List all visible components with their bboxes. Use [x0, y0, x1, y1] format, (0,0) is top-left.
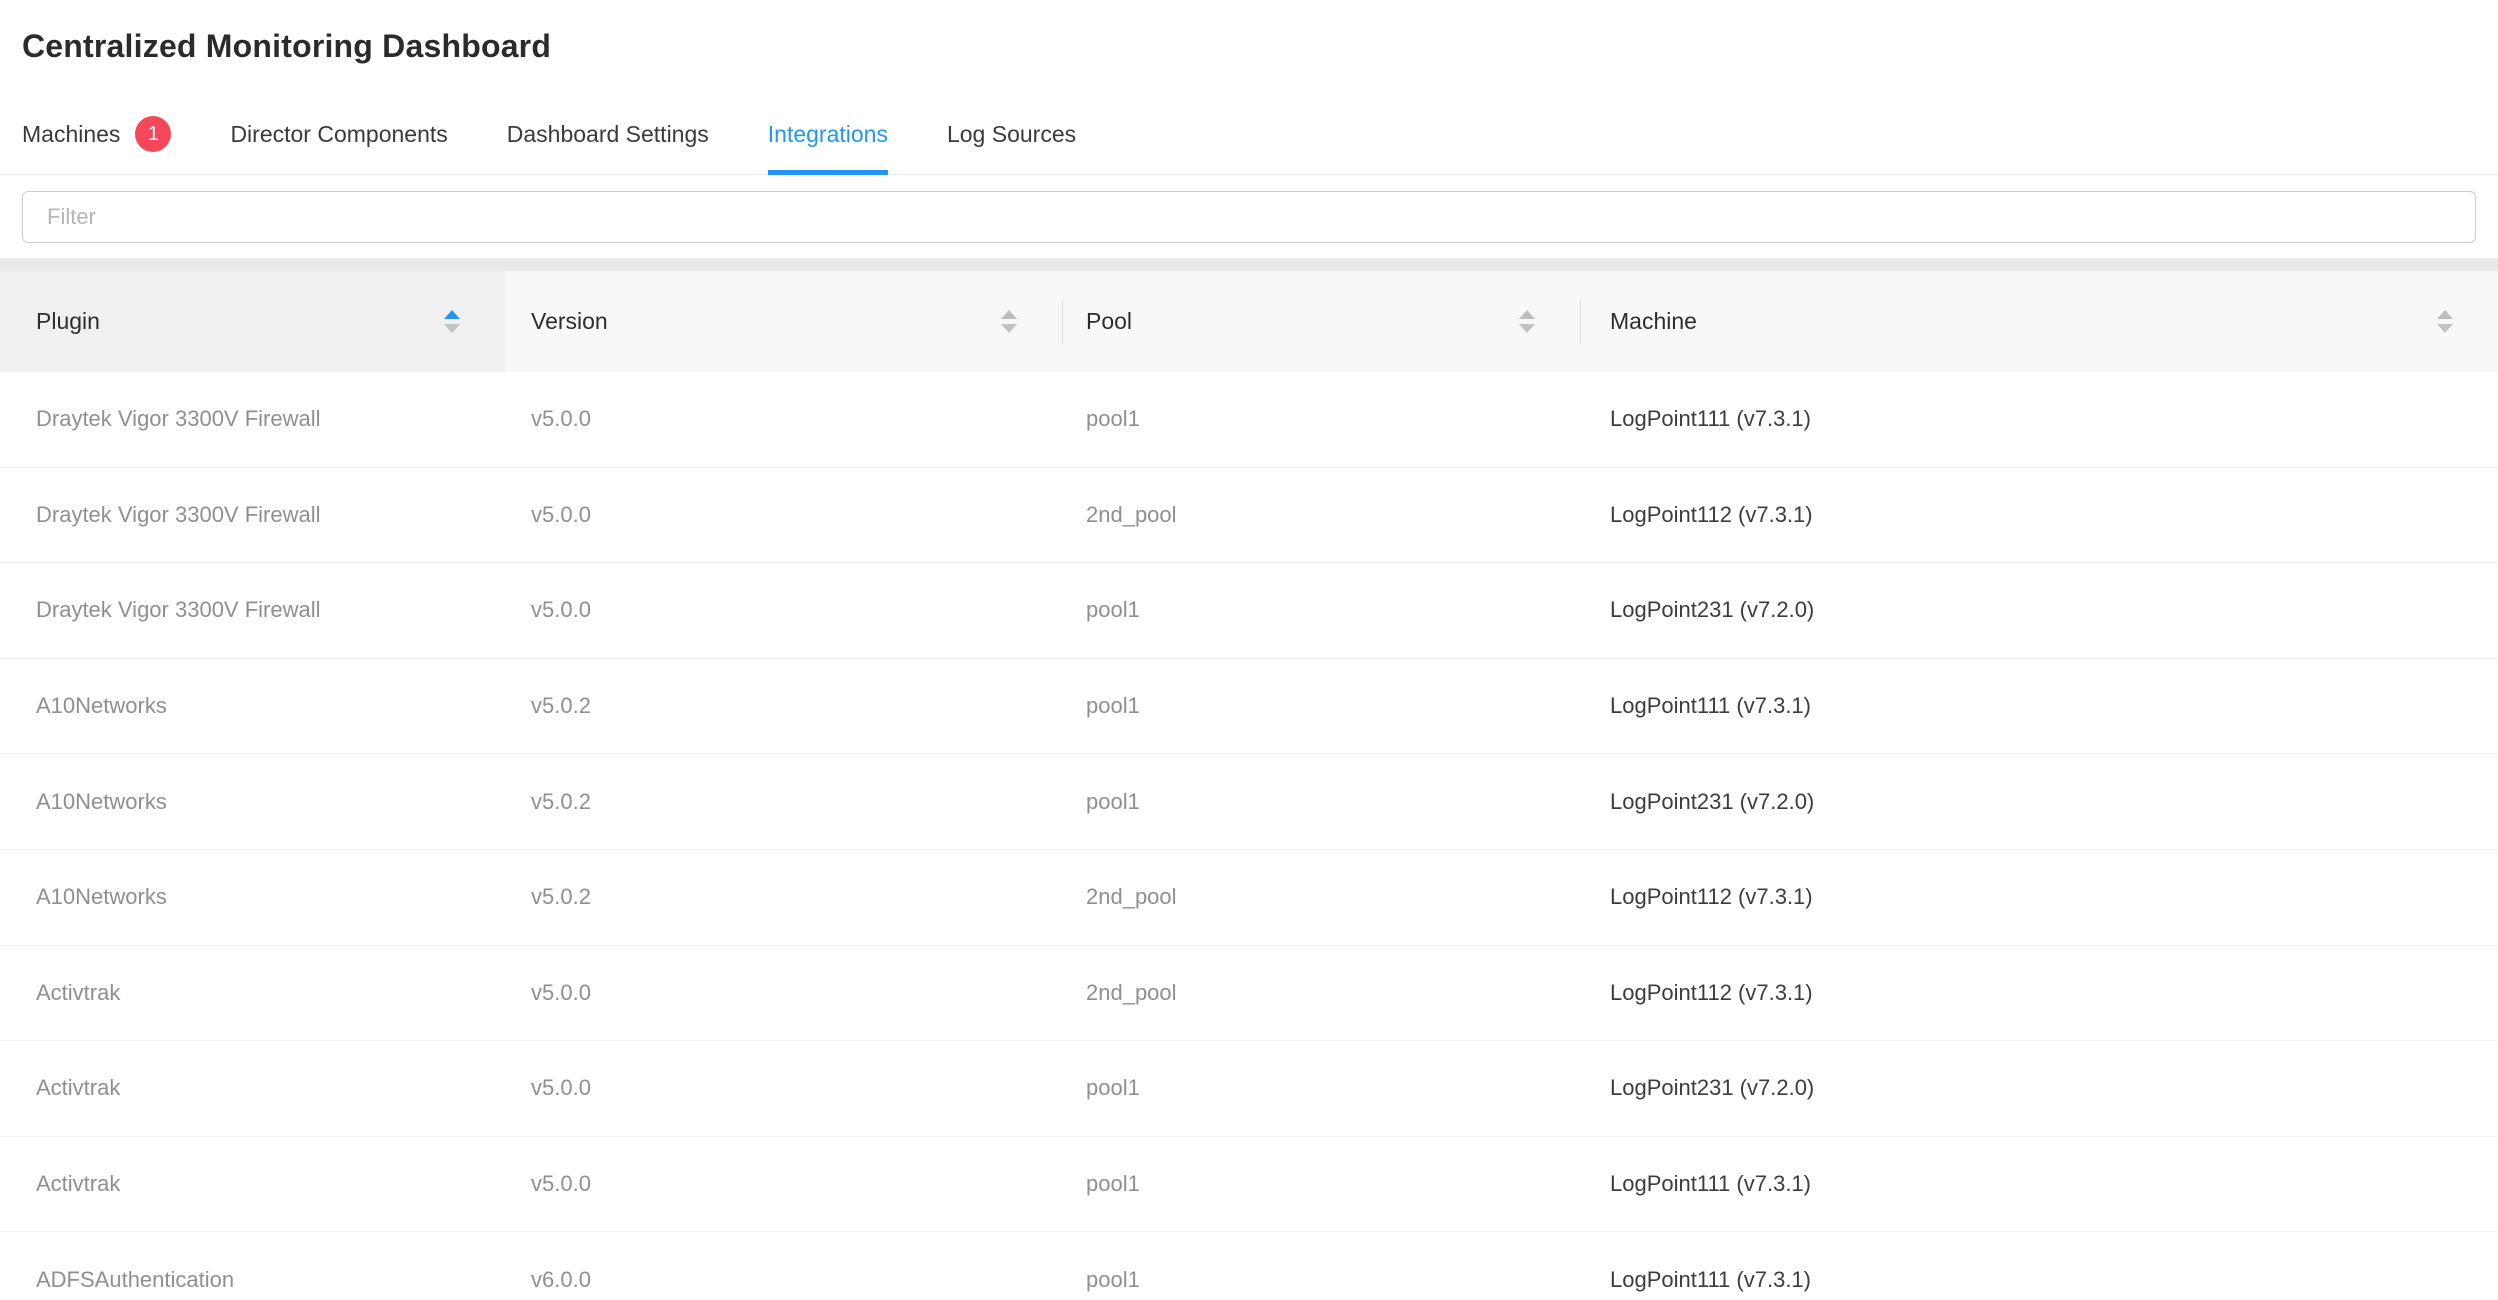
- table-row: Activtrakv5.0.0pool1LogPoint111 (v7.3.1): [0, 1137, 2498, 1233]
- cell-machine: LogPoint111 (v7.3.1): [1580, 693, 2498, 719]
- sort-icon: [1519, 310, 1535, 333]
- filter-container: [0, 175, 2498, 243]
- cell-version: v5.0.0: [505, 980, 1062, 1006]
- tab-dashboard-settings[interactable]: Dashboard Settings: [507, 120, 709, 174]
- cell-pool: pool1: [1062, 693, 1580, 719]
- caret-up-icon: [1519, 310, 1535, 319]
- cell-pool: 2nd_pool: [1062, 884, 1580, 910]
- cell-pool: pool1: [1062, 597, 1580, 623]
- cell-plugin: Activtrak: [0, 1171, 505, 1197]
- cell-plugin: A10Networks: [0, 789, 505, 815]
- table-row: Draytek Vigor 3300V Firewallv5.0.02nd_po…: [0, 468, 2498, 564]
- horizontal-scrollbar[interactable]: [0, 258, 2498, 271]
- cell-version: v5.0.2: [505, 884, 1062, 910]
- column-label: Pool: [1086, 308, 1132, 335]
- column-label: Version: [531, 308, 608, 335]
- cell-machine: LogPoint111 (v7.3.1): [1580, 406, 2498, 432]
- table-body: Draytek Vigor 3300V Firewallv5.0.0pool1L…: [0, 372, 2498, 1300]
- column-header-plugin[interactable]: Plugin: [0, 271, 505, 372]
- filter-input[interactable]: [22, 191, 2476, 243]
- cell-pool: pool1: [1062, 789, 1580, 815]
- column-header-pool[interactable]: Pool: [1062, 271, 1580, 372]
- cell-plugin: Activtrak: [0, 980, 505, 1006]
- tab-label: Log Sources: [947, 120, 1076, 148]
- cell-version: v5.0.2: [505, 789, 1062, 815]
- cell-machine: LogPoint111 (v7.3.1): [1580, 1267, 2498, 1293]
- tab-label: Dashboard Settings: [507, 120, 709, 148]
- cell-version: v5.0.0: [505, 406, 1062, 432]
- tab-label: Integrations: [768, 120, 888, 148]
- tab-director-components[interactable]: Director Components: [230, 120, 447, 174]
- caret-up-icon: [2437, 310, 2453, 319]
- page-title: Centralized Monitoring Dashboard: [0, 0, 2498, 66]
- cell-pool: pool1: [1062, 406, 1580, 432]
- cell-pool: pool1: [1062, 1267, 1580, 1293]
- caret-down-icon: [444, 324, 460, 333]
- table-row: Activtrakv5.0.0pool1LogPoint231 (v7.2.0): [0, 1041, 2498, 1137]
- tab-bar: Machines1 Director Components Dashboard Se…: [0, 120, 2498, 175]
- sort-icon: [2437, 310, 2453, 333]
- notification-badge: 1: [135, 116, 171, 152]
- cell-version: v5.0.0: [505, 502, 1062, 528]
- tab-log-sources[interactable]: Log Sources: [947, 120, 1076, 174]
- cell-pool: 2nd_pool: [1062, 980, 1580, 1006]
- caret-down-icon: [2437, 324, 2453, 333]
- caret-down-icon: [1001, 324, 1017, 333]
- cell-version: v5.0.0: [505, 1075, 1062, 1101]
- cell-version: v5.0.0: [505, 1171, 1062, 1197]
- caret-up-icon: [1001, 310, 1017, 319]
- cell-pool: pool1: [1062, 1171, 1580, 1197]
- column-label: Machine: [1610, 308, 1697, 335]
- cell-plugin: A10Networks: [0, 693, 505, 719]
- cell-plugin: A10Networks: [0, 884, 505, 910]
- cell-plugin: Draytek Vigor 3300V Firewall: [0, 406, 505, 432]
- column-label: Plugin: [36, 308, 100, 335]
- tab-label: Machines: [22, 120, 120, 148]
- cell-version: v5.0.2: [505, 693, 1062, 719]
- cell-version: v6.0.0: [505, 1267, 1062, 1293]
- tab-label: Director Components: [230, 120, 447, 148]
- cell-version: v5.0.0: [505, 597, 1062, 623]
- table-row: Draytek Vigor 3300V Firewallv5.0.0pool1L…: [0, 372, 2498, 468]
- table-row: A10Networksv5.0.2pool1LogPoint111 (v7.3.…: [0, 659, 2498, 755]
- column-header-version[interactable]: Version: [505, 271, 1062, 372]
- cell-machine: LogPoint111 (v7.3.1): [1580, 1171, 2498, 1197]
- cell-plugin: ADFSAuthentication: [0, 1267, 505, 1293]
- tab-integrations[interactable]: Integrations: [768, 120, 888, 174]
- table-row: A10Networksv5.0.22nd_poolLogPoint112 (v7…: [0, 850, 2498, 946]
- page: Centralized Monitoring Dashboard Machine…: [0, 0, 2498, 1300]
- cell-machine: LogPoint231 (v7.2.0): [1580, 1075, 2498, 1101]
- cell-machine: LogPoint231 (v7.2.0): [1580, 597, 2498, 623]
- cell-plugin: Draytek Vigor 3300V Firewall: [0, 502, 505, 528]
- cell-pool: pool1: [1062, 1075, 1580, 1101]
- caret-down-icon: [1519, 324, 1535, 333]
- cell-plugin: Activtrak: [0, 1075, 505, 1101]
- caret-up-icon: [444, 310, 460, 319]
- tab-machines[interactable]: Machines1: [22, 120, 171, 174]
- table-row: ADFSAuthenticationv6.0.0pool1LogPoint111…: [0, 1232, 2498, 1300]
- cell-machine: LogPoint231 (v7.2.0): [1580, 789, 2498, 815]
- column-header-machine[interactable]: Machine: [1580, 271, 2498, 372]
- cell-plugin: Draytek Vigor 3300V Firewall: [0, 597, 505, 623]
- sort-icon: [1001, 310, 1017, 333]
- cell-machine: LogPoint112 (v7.3.1): [1580, 884, 2498, 910]
- table-row: A10Networksv5.0.2pool1LogPoint231 (v7.2.…: [0, 754, 2498, 850]
- table-row: Draytek Vigor 3300V Firewallv5.0.0pool1L…: [0, 563, 2498, 659]
- cell-pool: 2nd_pool: [1062, 502, 1580, 528]
- table-row: Activtrakv5.0.02nd_poolLogPoint112 (v7.3…: [0, 946, 2498, 1042]
- table-header: Plugin Version Pool Machine: [0, 271, 2498, 372]
- cell-machine: LogPoint112 (v7.3.1): [1580, 980, 2498, 1006]
- cell-machine: LogPoint112 (v7.3.1): [1580, 502, 2498, 528]
- sort-icon: [444, 310, 460, 333]
